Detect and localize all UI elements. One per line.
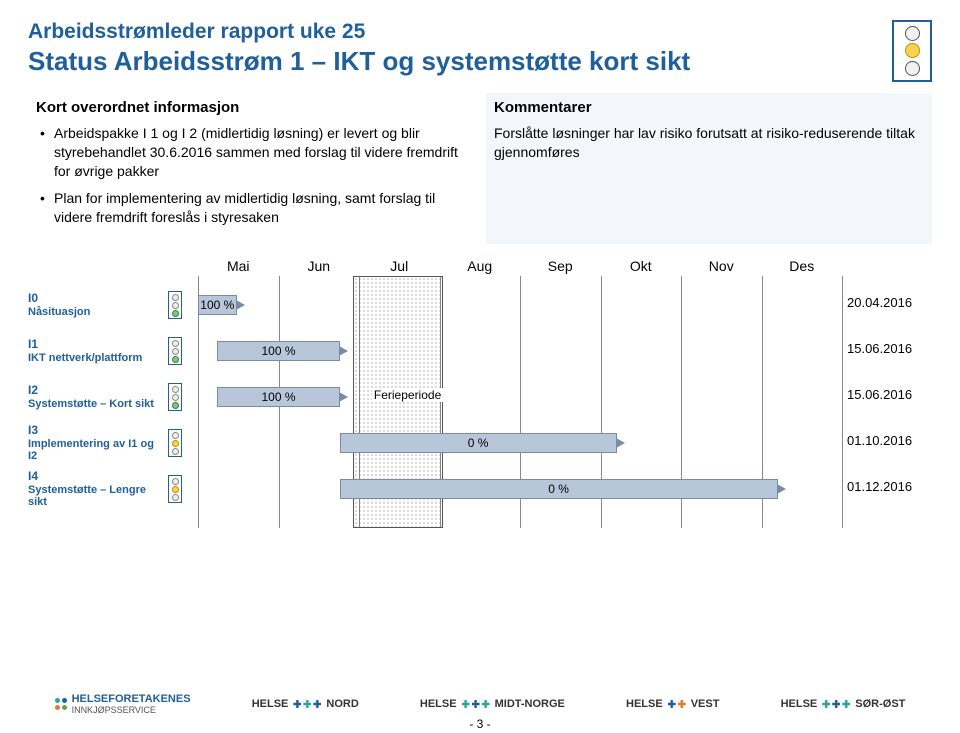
row-label: I3Implementering av I1 og I2 bbox=[28, 424, 166, 463]
traffic-yellow-icon bbox=[905, 43, 920, 58]
row-date: 15.06.2016 bbox=[847, 341, 932, 356]
comment-text: Forslåtte løsninger har lav risiko forut… bbox=[494, 124, 924, 162]
timeline-row: I3Implementering av I1 og I2 bbox=[28, 428, 932, 458]
row-label: I2Systemstøtte – Kort sikt bbox=[28, 384, 166, 410]
row-traffic-icon bbox=[168, 429, 182, 457]
page-number: - 3 - bbox=[469, 717, 490, 731]
logo-nord: HELSE NORD bbox=[252, 698, 359, 710]
info-right-panel: Kommentarer Forslåtte løsninger har lav … bbox=[486, 93, 932, 244]
logo-midt: HELSE MIDT-NORGE bbox=[420, 698, 565, 710]
info-left-panel: Kort overordnet informasjon Arbeidspakke… bbox=[28, 93, 474, 244]
report-line: Arbeidsstrømleder rapport uke 25 bbox=[28, 20, 892, 44]
logo-hinas: HELSEFORETAKENES INNKJØPSSERVICE bbox=[55, 693, 191, 715]
status-traffic-light bbox=[892, 20, 932, 82]
logo-vest: HELSE VEST bbox=[626, 698, 719, 710]
page-title: Status Arbeidsstrøm 1 – IKT og systemstø… bbox=[28, 46, 892, 77]
row-label: I0Nåsituasjon bbox=[28, 292, 166, 318]
timeline-row: I2Systemstøtte – Kort sikt bbox=[28, 382, 932, 412]
info-bullet: Plan for implementering av midlertidig l… bbox=[40, 189, 466, 227]
footer-logos: HELSEFORETAKENES INNKJØPSSERVICE HELSE N… bbox=[0, 693, 960, 715]
timeline-chart: Mai Jun Jul Aug Sep Okt Nov Des 100 %100… bbox=[28, 258, 932, 528]
row-label: I4Systemstøtte – Lengre sikt bbox=[28, 470, 166, 509]
row-traffic-icon bbox=[168, 291, 182, 319]
row-date: 01.12.2016 bbox=[847, 479, 932, 494]
logo-sorost: HELSE SØR-ØST bbox=[781, 698, 906, 710]
row-date: 15.06.2016 bbox=[847, 387, 932, 402]
timeline-row: I0Nåsituasjon bbox=[28, 290, 932, 320]
timeline-row: I1IKT nettverk/plattform bbox=[28, 336, 932, 366]
row-date: 20.04.2016 bbox=[847, 295, 932, 310]
row-traffic-icon bbox=[168, 475, 182, 503]
row-traffic-icon bbox=[168, 383, 182, 411]
info-right-heading: Kommentarer bbox=[494, 99, 924, 116]
row-date: 01.10.2016 bbox=[847, 433, 932, 448]
info-left-heading: Kort overordnet informasjon bbox=[36, 99, 466, 116]
logo-text: HELSEFORETAKENES bbox=[72, 693, 191, 705]
row-label: I1IKT nettverk/plattform bbox=[28, 338, 166, 364]
info-bullet: Arbeidspakke I 1 og I 2 (midlertidig løs… bbox=[40, 124, 466, 181]
logo-subtext: INNKJØPSSERVICE bbox=[72, 705, 191, 715]
traffic-green-icon bbox=[905, 61, 920, 76]
traffic-red-icon bbox=[905, 26, 920, 41]
row-traffic-icon bbox=[168, 337, 182, 365]
timeline-row: I4Systemstøtte – Lengre sikt bbox=[28, 474, 932, 504]
